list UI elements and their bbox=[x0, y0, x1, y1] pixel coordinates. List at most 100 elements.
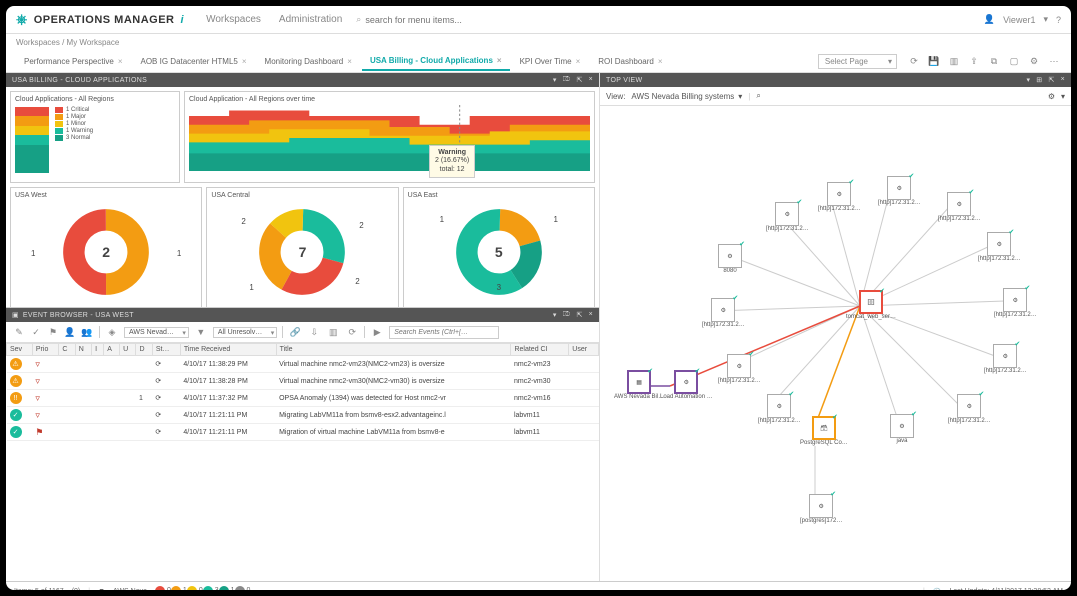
filter-icon[interactable]: ⎄ bbox=[563, 76, 571, 84]
popout-icon[interactable]: ⇱ bbox=[576, 76, 582, 84]
col-user[interactable]: User bbox=[569, 344, 599, 356]
col-c[interactable]: C bbox=[59, 344, 75, 356]
close-icon[interactable]: × bbox=[658, 57, 663, 66]
col-d[interactable]: D bbox=[136, 344, 152, 356]
col-rel[interactable]: Related CI bbox=[511, 344, 569, 356]
close-icon[interactable]: × bbox=[347, 57, 352, 66]
node-r6[interactable]: ⚙[http]172.31.2… bbox=[994, 288, 1037, 318]
event-search-input[interactable] bbox=[389, 326, 499, 339]
table-row[interactable]: ✓ ⚑ ⟳4/10/17 11:21:11 PMMigration of vir… bbox=[7, 424, 599, 441]
refresh-icon[interactable]: ⟳ bbox=[907, 55, 921, 69]
close-icon[interactable]: × bbox=[576, 57, 581, 66]
node-java[interactable]: ⚙java bbox=[890, 414, 914, 444]
node-db[interactable]: 🗃PostgreSQL Co… bbox=[800, 416, 848, 446]
export-icon[interactable]: ⇩ bbox=[307, 325, 321, 339]
export-icon[interactable]: ⇪ bbox=[967, 55, 981, 69]
node-r4[interactable]: ⚙[http]172.31.2… bbox=[938, 192, 981, 222]
copy-icon[interactable]: ⧉ bbox=[987, 55, 1001, 69]
check-icon[interactable]: ✓ bbox=[29, 325, 43, 339]
node-load[interactable]: ⚙Load Automation … bbox=[660, 370, 713, 400]
donut-west[interactable]: USA West 2 1 1 bbox=[10, 187, 202, 309]
node-p1[interactable]: ⚙8080 bbox=[718, 244, 742, 274]
columns-icon[interactable]: ▥ bbox=[326, 325, 340, 339]
node-r1[interactable]: ⚙[http]172.31.2… bbox=[766, 202, 809, 232]
table-row[interactable]: ⚠ ▿ ⟳4/10/17 11:38:29 PMVirtual machine … bbox=[7, 356, 599, 373]
gear-icon[interactable]: ⚙ bbox=[1048, 92, 1055, 101]
save-icon[interactable]: 💾 bbox=[927, 55, 941, 69]
col-time[interactable]: Time Received bbox=[180, 344, 276, 356]
select-page-dropdown[interactable]: Select Page bbox=[818, 54, 897, 69]
search-icon[interactable]: ⌕ bbox=[756, 91, 760, 101]
breadcrumb-root[interactable]: Workspaces bbox=[16, 38, 60, 47]
popout-icon[interactable]: ⇱ bbox=[1048, 76, 1054, 84]
collapse-icon[interactable]: ▾ bbox=[1026, 76, 1030, 84]
col-sev[interactable]: Sev bbox=[7, 344, 33, 356]
close-icon[interactable]: × bbox=[1061, 76, 1065, 84]
tab-usa-billing[interactable]: USA Billing - Cloud Applications× bbox=[362, 52, 510, 71]
play-icon[interactable]: ▶ bbox=[370, 325, 384, 339]
funnel-icon[interactable]: ▼ bbox=[194, 325, 208, 339]
node-r11[interactable]: ⚙[http]172.31.2… bbox=[702, 298, 745, 328]
more-icon[interactable]: ▾ bbox=[1061, 92, 1065, 101]
pencil-icon[interactable]: ✎ bbox=[12, 325, 26, 339]
help-icon[interactable]: ? bbox=[1056, 15, 1061, 25]
flag-icon[interactable]: ⚑ bbox=[46, 325, 60, 339]
col-a[interactable]: A bbox=[104, 344, 120, 356]
close-icon[interactable]: × bbox=[497, 56, 502, 65]
col-prio[interactable]: Prio bbox=[32, 344, 58, 356]
node-r7[interactable]: ⚙[http]172.31.2… bbox=[984, 344, 1027, 374]
node-aws[interactable]: ▦AWS Nevada Bil… bbox=[614, 370, 664, 400]
col-st[interactable]: St… bbox=[152, 344, 180, 356]
area-chart-card[interactable]: Cloud Application - All Regions over tim… bbox=[184, 91, 595, 183]
user-icon[interactable]: 👤 bbox=[63, 325, 77, 339]
close-icon[interactable]: × bbox=[589, 311, 593, 319]
col-i[interactable]: I bbox=[92, 344, 104, 356]
gear-icon[interactable]: ⚙ bbox=[1027, 55, 1041, 69]
node-r8[interactable]: ⚙[http]172.31.2… bbox=[948, 394, 991, 424]
refresh-icon[interactable]: ⟳ bbox=[345, 325, 359, 339]
close-icon[interactable]: × bbox=[589, 76, 593, 84]
tab-kpi[interactable]: KPI Over Time× bbox=[512, 53, 589, 70]
filter-status-dropdown[interactable]: All Unresolv… bbox=[213, 327, 277, 338]
collapse-icon[interactable]: ▾ bbox=[553, 76, 557, 84]
node-r2[interactable]: ⚙[http]172.31.2… bbox=[818, 182, 861, 212]
user-name[interactable]: Viewer1 bbox=[1003, 15, 1035, 25]
filter-view-dropdown[interactable]: AWS Nevad… bbox=[124, 327, 189, 338]
node-center[interactable]: 🗄tomcat_web_ser… bbox=[846, 290, 896, 320]
link-icon[interactable]: 🔗 bbox=[288, 325, 302, 339]
tab-aob[interactable]: AOB IG Datacenter HTML5× bbox=[133, 53, 255, 70]
table-row[interactable]: ⚠ ▿ ⟳4/10/17 11:38:28 PMVirtual machine … bbox=[7, 373, 599, 390]
nav-workspaces[interactable]: Workspaces bbox=[206, 14, 261, 25]
more-icon[interactable]: ⋯ bbox=[1047, 55, 1061, 69]
user-dropdown-icon[interactable]: ▾ bbox=[1043, 14, 1048, 25]
filter-icon[interactable]: ⎄ bbox=[563, 311, 571, 319]
donut-east[interactable]: USA East 5 1 1 3 bbox=[403, 187, 595, 309]
tab-monitoring[interactable]: Monitoring Dashboard× bbox=[257, 53, 360, 70]
tab-performance[interactable]: Performance Perspective× bbox=[16, 53, 131, 70]
node-r5[interactable]: ⚙[http]172.31.2… bbox=[978, 232, 1021, 262]
node-dbchild[interactable]: ⚙[postgres]172… bbox=[800, 494, 842, 524]
node-r9[interactable]: ⚙[http]172.31.2… bbox=[758, 394, 801, 424]
col-u[interactable]: U bbox=[120, 344, 136, 356]
view-selector[interactable]: AWS Nevada Billing systems ▾ bbox=[631, 92, 742, 101]
node-r3[interactable]: ⚙[http]172.31.2… bbox=[878, 176, 921, 206]
collapse-icon[interactable]: ▾ bbox=[553, 311, 557, 319]
table-row[interactable]: !! ▿ 1 ⟳4/10/17 11:37:32 PMOPSA Anomaly … bbox=[7, 390, 599, 407]
chart-icon[interactable]: ▥ bbox=[947, 55, 961, 69]
popout-icon[interactable]: ⇱ bbox=[576, 311, 582, 319]
node-r10[interactable]: ⚙[http]172.31.2… bbox=[718, 354, 761, 384]
diamond-icon[interactable]: ◈ bbox=[105, 325, 119, 339]
topology-canvas[interactable]: 🗄tomcat_web_ser… ▦AWS Nevada Bil… ⚙Load … bbox=[600, 106, 1071, 581]
close-icon[interactable]: × bbox=[242, 57, 247, 66]
assign-icon[interactable]: 👥 bbox=[80, 325, 94, 339]
table-row[interactable]: ✓ ▿ ⟳4/10/17 11:21:11 PMMigrating LabVM1… bbox=[7, 407, 599, 424]
window-icon[interactable]: ▢ bbox=[1007, 55, 1021, 69]
tab-roi[interactable]: ROI Dashboard× bbox=[590, 53, 670, 70]
menu-search-input[interactable] bbox=[365, 15, 482, 25]
bar-chart-card[interactable]: Cloud Applications - All Regions 1 Criti… bbox=[10, 91, 180, 183]
nav-admin[interactable]: Administration bbox=[279, 14, 342, 25]
col-n[interactable]: N bbox=[75, 344, 91, 356]
layout-icon[interactable]: ⊞ bbox=[1036, 76, 1042, 84]
donut-central[interactable]: USA Central 7 2 2 2 bbox=[206, 187, 398, 309]
close-icon[interactable]: × bbox=[118, 57, 123, 66]
